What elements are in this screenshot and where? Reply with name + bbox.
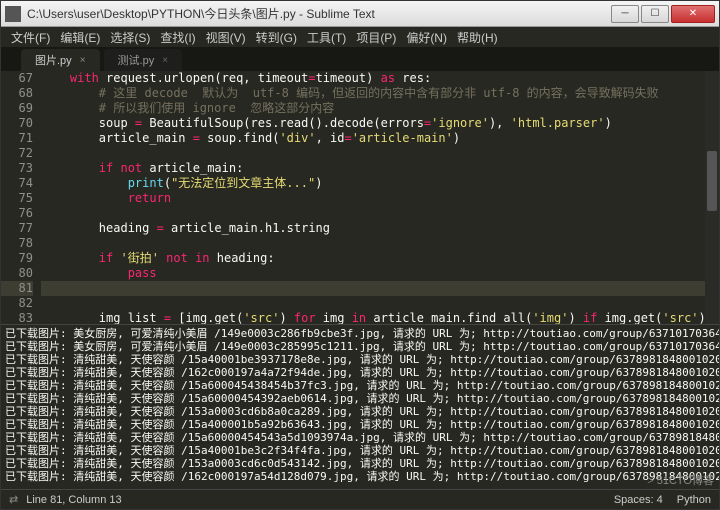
scrollbar-thumb[interactable]: [707, 151, 717, 211]
menu-bar: 文件(F)编辑(E)选择(S)查找(I)视图(V)转到(G)工具(T)项目(P)…: [1, 27, 719, 47]
line-number: 73: [1, 161, 33, 176]
code-line[interactable]: # 这里 decode 默认为 utf-8 编码，但返回的内容中含有部分非 ut…: [41, 86, 705, 101]
code-line[interactable]: if not article_main:: [41, 161, 705, 176]
code-line[interactable]: [41, 236, 705, 251]
menu-item[interactable]: 偏好(N): [402, 28, 451, 47]
code-line[interactable]: pass: [41, 266, 705, 281]
line-number: 82: [1, 296, 33, 311]
code-line[interactable]: [41, 281, 705, 296]
menu-item[interactable]: 帮助(H): [453, 28, 502, 47]
line-number: 71: [1, 131, 33, 146]
menu-item[interactable]: 选择(S): [106, 28, 154, 47]
code-line[interactable]: print("无法定位到文章主体..."): [41, 176, 705, 191]
app-icon: [5, 6, 21, 22]
code-line[interactable]: heading = article_main.h1.string: [41, 221, 705, 236]
line-number: 72: [1, 146, 33, 161]
line-number: 70: [1, 116, 33, 131]
code-line[interactable]: [41, 206, 705, 221]
menu-item[interactable]: 查找(I): [156, 28, 199, 47]
output-console[interactable]: 已下载图片: 美女厨房, 可爱清纯小美眉 /149e0003c286fb9cbe…: [1, 324, 719, 489]
tab-close-icon[interactable]: ×: [162, 55, 168, 66]
line-number: 81: [1, 281, 33, 296]
menu-item[interactable]: 视图(V): [202, 28, 250, 47]
file-tab[interactable]: 测试.py ×: [104, 49, 183, 71]
window-controls: ─ ☐ ✕: [611, 5, 715, 23]
syntax-mode[interactable]: Python: [677, 494, 711, 506]
line-number: 68: [1, 86, 33, 101]
code-line[interactable]: [41, 296, 705, 311]
code-line[interactable]: img_list = [img.get('src') for img in ar…: [41, 311, 705, 324]
minimize-button[interactable]: ─: [611, 5, 639, 23]
status-bar: ⇄ Line 81, Column 13 Spaces: 4 Python: [1, 489, 719, 509]
line-number: 76: [1, 206, 33, 221]
cursor-position: Line 81, Column 13: [26, 494, 121, 506]
indent-setting[interactable]: Spaces: 4: [614, 494, 663, 506]
line-gutter: 6768697071727374757677787980818283848586…: [1, 71, 41, 324]
code-line[interactable]: soup = BeautifulSoup(res.read().decode(e…: [41, 116, 705, 131]
menu-item[interactable]: 文件(F): [7, 28, 54, 47]
file-tab[interactable]: 图片.py ×: [21, 49, 100, 71]
menu-item[interactable]: 项目(P): [352, 28, 400, 47]
maximize-button[interactable]: ☐: [641, 5, 669, 23]
line-number: 78: [1, 236, 33, 251]
code-line[interactable]: if '街拍' not in heading:: [41, 251, 705, 266]
line-number: 75: [1, 191, 33, 206]
code-line[interactable]: return: [41, 191, 705, 206]
line-number: 83: [1, 311, 33, 324]
line-number: 77: [1, 221, 33, 236]
menu-item[interactable]: 工具(T): [303, 28, 350, 47]
menu-item[interactable]: 转到(G): [252, 28, 301, 47]
tab-bar: 图片.py × 测试.py ×: [1, 47, 719, 71]
close-button[interactable]: ✕: [671, 5, 715, 23]
line-number: 80: [1, 266, 33, 281]
code-line[interactable]: with request.urlopen(req, timeout=timeou…: [41, 71, 705, 86]
code-line[interactable]: # 所以我们使用 ignore 忽略这部分内容: [41, 101, 705, 116]
window-title: C:\Users\user\Desktop\PYTHON\今日头条\图片.py …: [27, 5, 611, 22]
title-bar: C:\Users\user\Desktop\PYTHON\今日头条\图片.py …: [1, 1, 719, 27]
tab-label: 图片.py: [35, 52, 72, 68]
code-area[interactable]: with request.urlopen(req, timeout=timeou…: [41, 71, 705, 324]
line-number: 67: [1, 71, 33, 86]
line-number: 79: [1, 251, 33, 266]
line-number: 74: [1, 176, 33, 191]
switch-icon[interactable]: ⇄: [9, 493, 18, 506]
menu-item[interactable]: 编辑(E): [56, 28, 104, 47]
code-line[interactable]: article_main = soup.find('div', id='arti…: [41, 131, 705, 146]
line-number: 69: [1, 101, 33, 116]
code-line[interactable]: [41, 146, 705, 161]
vertical-scrollbar[interactable]: [705, 71, 719, 324]
editor-pane[interactable]: 6768697071727374757677787980818283848586…: [1, 71, 719, 324]
tab-label: 测试.py: [118, 52, 155, 68]
tab-close-icon[interactable]: ×: [80, 55, 86, 66]
